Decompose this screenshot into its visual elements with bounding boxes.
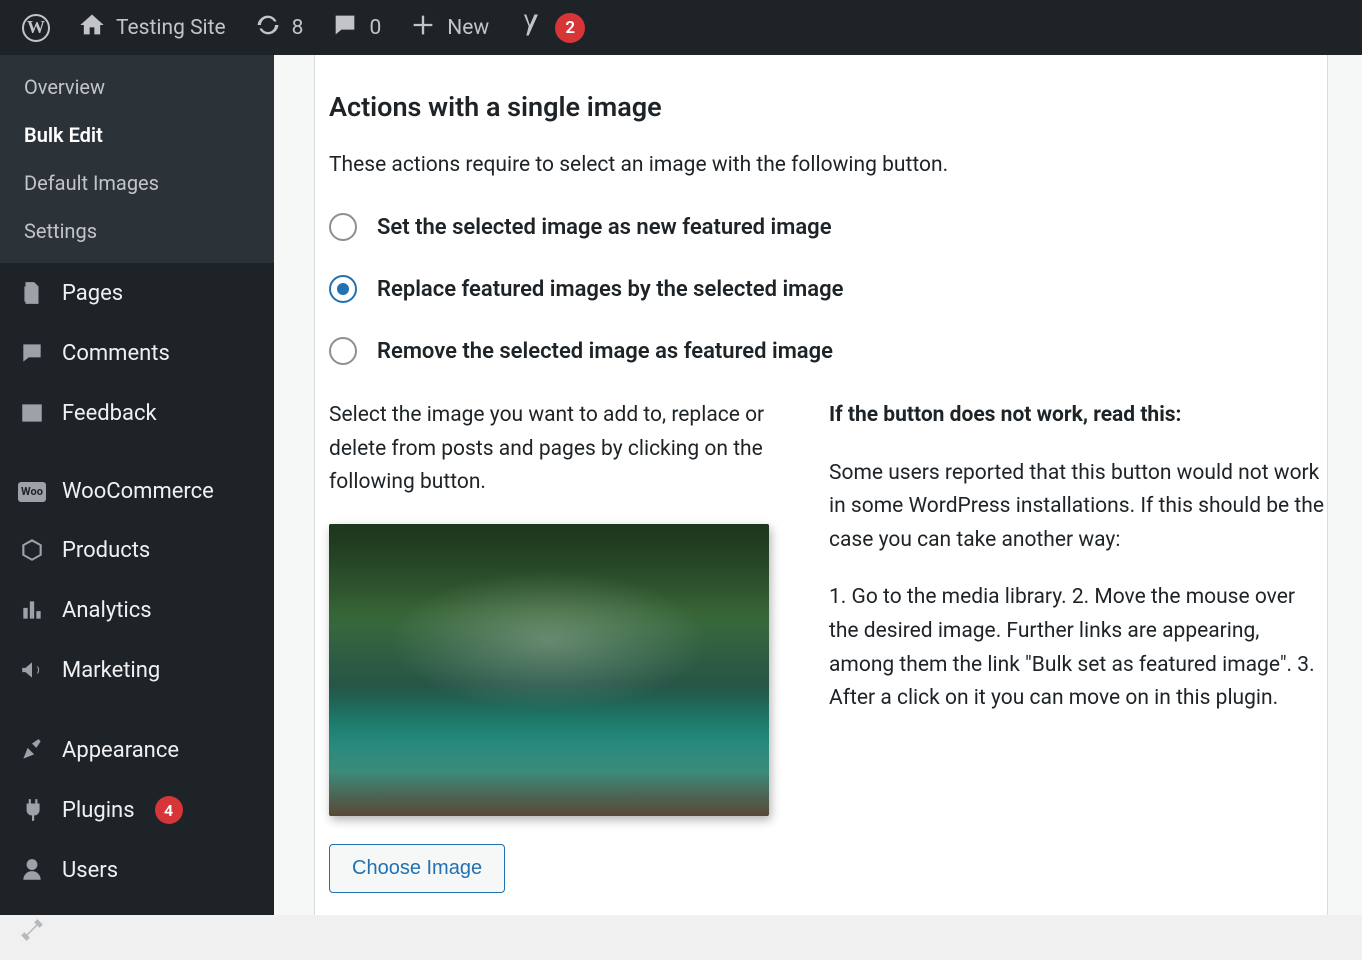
select-image-instructions: Select the image you want to add to, rep…: [329, 399, 789, 500]
tools-icon: [18, 916, 46, 944]
menu-label: WooCommerce: [62, 479, 214, 504]
woocommerce-icon: Woo: [18, 482, 46, 502]
plugins-update-badge: 4: [155, 796, 183, 824]
menu-label: Marketing: [62, 658, 160, 683]
radio-input[interactable]: [329, 337, 357, 365]
menu-label: Feedback: [62, 401, 157, 426]
wordpress-logo-icon: W: [22, 14, 50, 42]
radio-label: Remove the selected image as featured im…: [377, 339, 833, 364]
menu-item-woocommerce[interactable]: Woo WooCommerce: [0, 463, 274, 520]
updates-count: 8: [292, 16, 304, 40]
section-description: These actions require to select an image…: [329, 153, 1327, 177]
users-icon: [18, 856, 46, 884]
menu-item-feedback[interactable]: Feedback: [0, 383, 274, 443]
plus-icon: [409, 11, 437, 45]
menu-item-pages[interactable]: Pages: [0, 263, 274, 323]
submenu-item-default-images[interactable]: Default Images: [0, 159, 274, 207]
plugins-icon: [18, 796, 46, 824]
submenu-item-settings[interactable]: Settings: [0, 207, 274, 255]
settings-panel: Actions with a single image These action…: [314, 55, 1328, 915]
appearance-icon: [18, 736, 46, 764]
marketing-icon: [18, 656, 46, 684]
menu-item-analytics[interactable]: Analytics: [0, 580, 274, 640]
comments-icon: [18, 339, 46, 367]
menu-item-users[interactable]: Users: [0, 840, 274, 900]
menu-label: Users: [62, 858, 118, 883]
menu-label: Products: [62, 538, 150, 563]
radio-label: Replace featured images by the selected …: [377, 277, 843, 302]
menu-item-products[interactable]: Products: [0, 520, 274, 580]
menu-label: Comments: [62, 341, 170, 366]
menu-separator: [0, 700, 274, 720]
site-name-label: Testing Site: [116, 16, 226, 40]
comments-menu[interactable]: 0: [317, 0, 395, 55]
analytics-icon: [18, 596, 46, 624]
radio-replace-featured[interactable]: Replace featured images by the selected …: [329, 275, 1327, 303]
menu-label: Analytics: [62, 598, 152, 623]
home-icon: [78, 11, 106, 45]
new-content-menu[interactable]: New: [395, 0, 503, 55]
menu-item-tools[interactable]: Tools: [0, 900, 274, 960]
troubleshoot-p1: Some users reported that this button wou…: [829, 457, 1327, 558]
new-label: New: [447, 16, 489, 40]
radio-input[interactable]: [329, 275, 357, 303]
left-column: Select the image you want to add to, rep…: [329, 399, 789, 893]
image-preview: [329, 524, 769, 816]
radio-set-featured[interactable]: Set the selected image as new featured i…: [329, 213, 1327, 241]
menu-item-marketing[interactable]: Marketing: [0, 640, 274, 700]
yoast-icon: [517, 11, 545, 45]
menu-item-plugins[interactable]: Plugins 4: [0, 780, 274, 840]
comment-icon: [331, 11, 359, 45]
comments-count: 0: [369, 16, 381, 40]
radio-remove-featured[interactable]: Remove the selected image as featured im…: [329, 337, 1327, 365]
products-icon: [18, 536, 46, 564]
choose-image-button[interactable]: Choose Image: [329, 844, 505, 893]
menu-label: Tools: [62, 918, 116, 943]
menu-item-appearance[interactable]: Appearance: [0, 720, 274, 780]
troubleshoot-heading: If the button does not work, read this:: [829, 399, 1327, 433]
submenu-item-overview[interactable]: Overview: [0, 63, 274, 111]
updates-menu[interactable]: 8: [240, 0, 318, 55]
menu-label: Appearance: [62, 738, 179, 763]
radio-input[interactable]: [329, 213, 357, 241]
troubleshoot-p2: 1. Go to the media library. 2. Move the …: [829, 581, 1327, 715]
right-column: If the button does not work, read this: …: [829, 399, 1327, 893]
updates-icon: [254, 11, 282, 45]
content-area: Actions with a single image These action…: [274, 55, 1362, 915]
admin-bar: W Testing Site 8 0 New 2: [0, 0, 1362, 55]
pages-icon: [18, 279, 46, 307]
feedback-icon: [18, 399, 46, 427]
section-heading: Actions with a single image: [329, 91, 1327, 123]
radio-label: Set the selected image as new featured i…: [377, 215, 832, 240]
submenu-item-bulk-edit[interactable]: Bulk Edit: [0, 111, 274, 159]
wp-logo-menu[interactable]: W: [8, 0, 64, 55]
admin-sidebar: Overview Bulk Edit Default Images Settin…: [0, 55, 274, 915]
submenu: Overview Bulk Edit Default Images Settin…: [0, 55, 274, 263]
yoast-notification-badge: 2: [555, 13, 585, 43]
menu-label: Pages: [62, 281, 123, 306]
menu-label: Plugins: [62, 798, 135, 823]
yoast-menu[interactable]: 2: [503, 0, 599, 55]
menu-item-comments[interactable]: Comments: [0, 323, 274, 383]
menu-separator: [0, 443, 274, 463]
site-name-menu[interactable]: Testing Site: [64, 0, 240, 55]
